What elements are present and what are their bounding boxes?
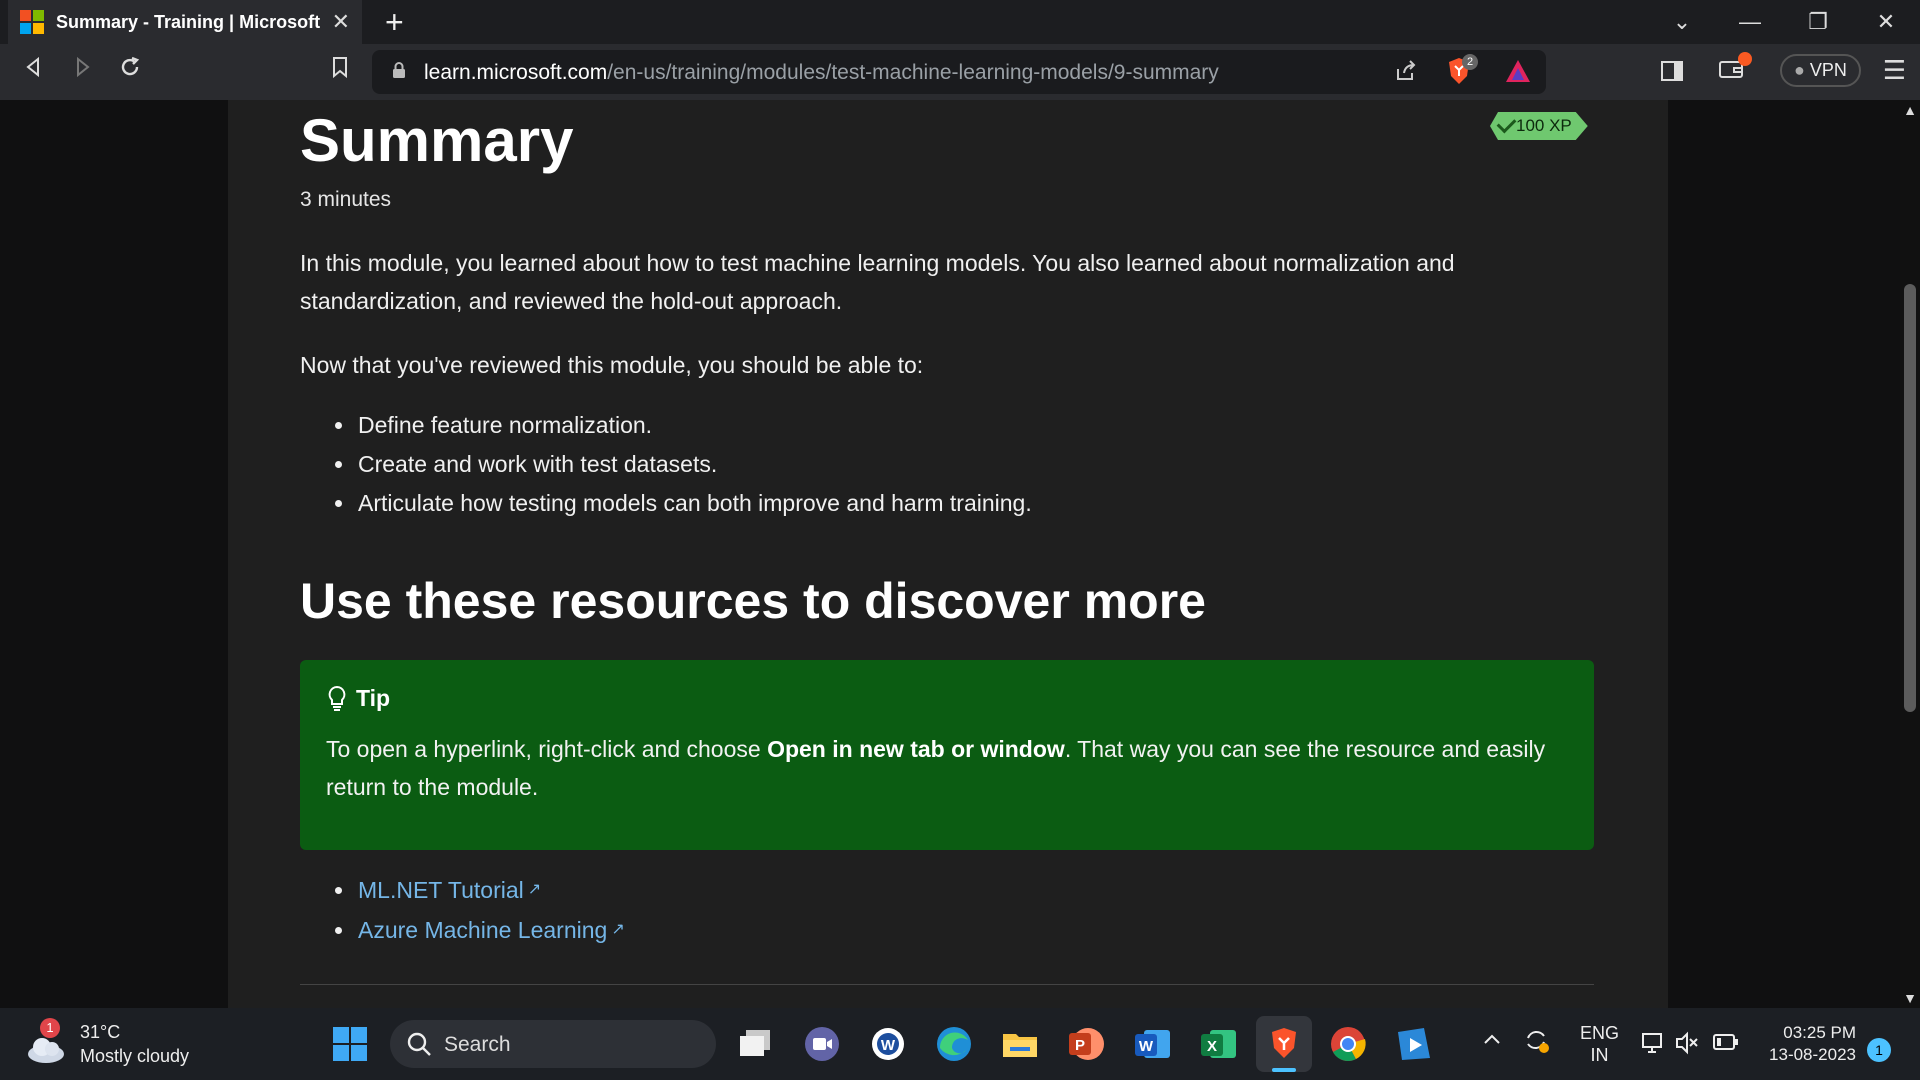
show-hidden-icons-chevron[interactable]	[1482, 1030, 1502, 1051]
svg-text:X: X	[1207, 1038, 1217, 1055]
list-item: Azure Machine Learning↗	[356, 910, 625, 950]
ml-net-tutorial-link[interactable]: ML.NET Tutorial	[358, 877, 524, 903]
search-label: Search	[444, 1033, 511, 1056]
sidebar-toggle-icon[interactable]	[1660, 60, 1684, 82]
tab-title: Summary - Training | Microsoft Le	[56, 11, 322, 32]
objectives-list: Define feature normalization. Create and…	[300, 406, 1032, 523]
close-window-icon[interactable]: ✕	[1852, 9, 1920, 35]
external-link-icon: ↗	[527, 881, 542, 898]
forward-icon[interactable]	[64, 54, 100, 90]
battery-icon[interactable]	[1712, 1032, 1740, 1057]
volume-muted-icon[interactable]	[1674, 1030, 1700, 1061]
weather-widget[interactable]: 1 31°C Mostly cloudy	[26, 1018, 190, 1068]
list-item: Articulate how testing models can both i…	[356, 484, 1032, 523]
duration-text: 3 minutes	[300, 188, 392, 211]
app-w-icon[interactable]: W	[866, 1022, 910, 1066]
taskbar: 1 31°C Mostly cloudy Search W P W X ENG …	[0, 1008, 1920, 1080]
resources-heading: Use these resources to discover more	[300, 573, 1206, 629]
wallet-icon[interactable]	[1718, 52, 1752, 85]
edge-icon[interactable]	[932, 1022, 976, 1066]
vpn-button[interactable]: ● VPN	[1780, 54, 1861, 87]
list-item: ML.NET Tutorial↗	[356, 870, 625, 910]
sync-icon[interactable]	[1522, 1026, 1550, 1059]
weather-badge: 1	[40, 1018, 60, 1038]
excel-icon[interactable]: X	[1196, 1022, 1240, 1066]
restore-icon[interactable]: ❐	[1784, 9, 1852, 35]
word-icon[interactable]: W	[1130, 1022, 1174, 1066]
article: Summary 100 XP 3 minutes In this module,…	[228, 100, 1668, 1008]
tab-list-chevron-icon[interactable]: ⌄	[1648, 9, 1716, 35]
tip-text: To open a hyperlink, right-click and cho…	[326, 736, 1546, 800]
address-bar[interactable]: learn.microsoft.com/en-us/training/modul…	[372, 50, 1546, 94]
new-tab-button[interactable]: +	[385, 6, 404, 38]
share-icon[interactable]	[1394, 59, 1418, 83]
external-link-icon: ↗	[611, 921, 625, 938]
browser-toolbar: learn.microsoft.com/en-us/training/modul…	[0, 44, 1920, 100]
media-player-icon[interactable]	[1392, 1022, 1436, 1066]
scroll-down-icon[interactable]: ▼	[1900, 990, 1920, 1006]
url-text[interactable]: learn.microsoft.com/en-us/training/modul…	[424, 61, 1219, 85]
shields-count: 2	[1462, 54, 1478, 70]
lock-icon[interactable]	[392, 61, 406, 79]
brave-shields-icon[interactable]: 2	[1446, 54, 1478, 86]
bookmark-icon[interactable]	[322, 54, 358, 90]
page-scrollbar[interactable]: ▲ ▼	[1900, 100, 1920, 1008]
objectives-lead: Now that you've reviewed this module, yo…	[300, 352, 924, 378]
page-viewport: Summary 100 XP 3 minutes In this module,…	[0, 100, 1900, 1008]
intro-paragraph: In this module, you learned about how to…	[300, 250, 1455, 314]
chrome-icon[interactable]	[1326, 1022, 1370, 1066]
back-icon[interactable]	[16, 54, 52, 90]
language-indicator[interactable]: ENG IN	[1580, 1022, 1619, 1066]
scroll-thumb[interactable]	[1904, 284, 1916, 712]
powerpoint-icon[interactable]: P	[1064, 1022, 1108, 1066]
tip-callout: Tip To open a hyperlink, right-click and…	[300, 660, 1594, 850]
network-icon[interactable]	[1640, 1030, 1666, 1061]
divider	[300, 984, 1594, 985]
svg-text:P: P	[1075, 1037, 1085, 1054]
tip-label: Tip	[356, 684, 391, 711]
brave-rewards-icon[interactable]	[1504, 58, 1532, 84]
weather-temp: 31°C	[80, 1022, 121, 1042]
task-view-icon[interactable]	[734, 1022, 778, 1066]
windows-start-icon[interactable]	[328, 1022, 372, 1066]
list-item: Define feature normalization.	[356, 406, 1032, 445]
minimize-icon[interactable]: —	[1716, 9, 1784, 35]
svg-text:W: W	[1139, 1038, 1154, 1055]
menu-icon[interactable]: ☰	[1883, 55, 1906, 86]
brave-taskbar-icon[interactable]	[1256, 1016, 1312, 1072]
taskbar-search[interactable]: Search	[390, 1020, 716, 1068]
resource-links: ML.NET Tutorial↗ Azure Machine Learning↗	[300, 870, 625, 950]
microsoft-logo-icon	[20, 10, 44, 34]
scroll-up-icon[interactable]: ▲	[1900, 102, 1920, 118]
svg-text:W: W	[881, 1037, 896, 1054]
check-icon	[1497, 114, 1517, 134]
tab-bar: Summary - Training | Microsoft Le ✕ + ⌄ …	[0, 0, 1920, 44]
lightbulb-icon	[328, 685, 346, 711]
search-icon	[407, 1032, 431, 1056]
page-title: Summary	[300, 107, 574, 174]
reload-icon[interactable]	[112, 54, 148, 90]
azure-ml-link[interactable]: Azure Machine Learning	[358, 917, 607, 943]
file-explorer-icon[interactable]	[998, 1022, 1042, 1066]
weather-desc: Mostly cloudy	[80, 1046, 190, 1066]
list-item: Create and work with test datasets.	[356, 445, 1032, 484]
xp-badge: 100 XP	[1490, 112, 1588, 140]
clock[interactable]: 03:25 PM 13-08-2023	[1756, 1022, 1856, 1066]
teams-chat-icon[interactable]	[800, 1022, 844, 1066]
notification-badge[interactable]: 1	[1867, 1038, 1891, 1062]
active-tab[interactable]: Summary - Training | Microsoft Le ✕	[8, 0, 362, 44]
cloud-icon: 1	[26, 1018, 66, 1064]
tab-close-icon[interactable]: ✕	[332, 9, 350, 35]
